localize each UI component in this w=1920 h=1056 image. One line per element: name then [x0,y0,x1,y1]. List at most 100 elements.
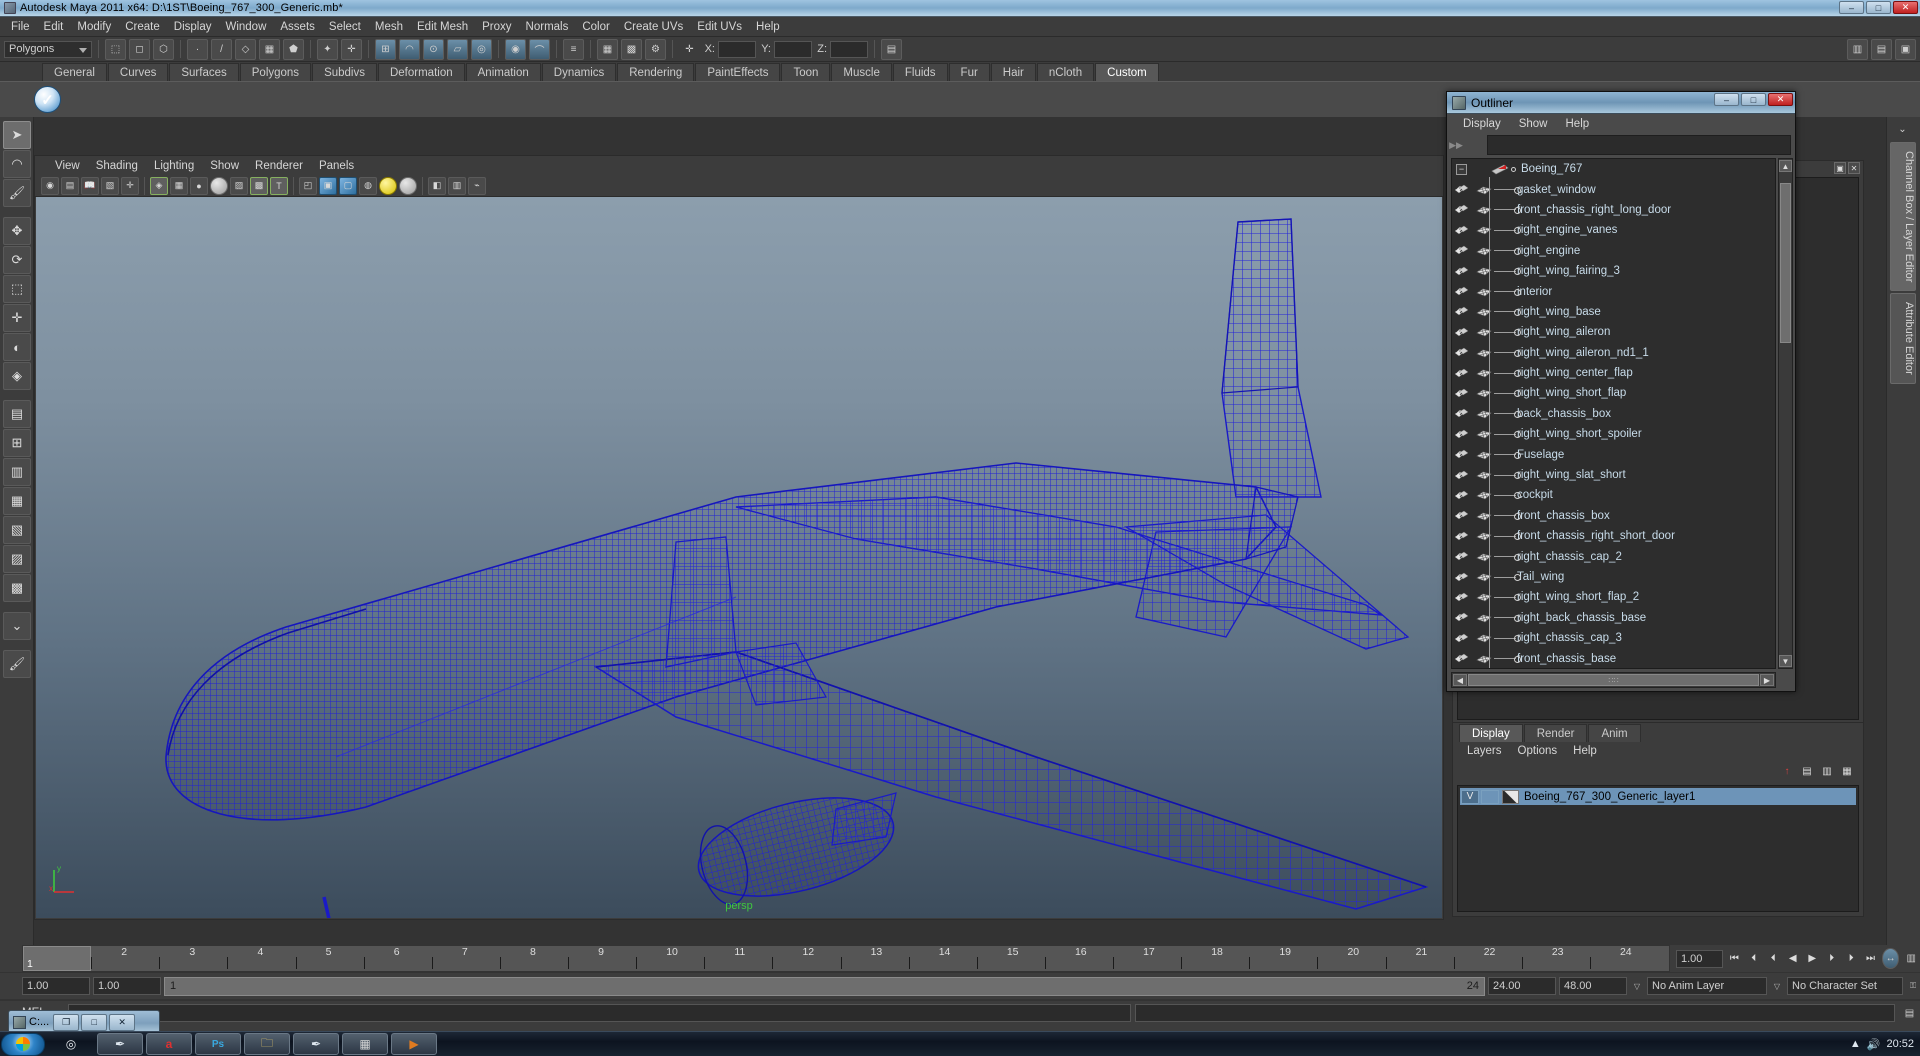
animation-end-field[interactable]: 48.00 [1559,977,1627,995]
shelf-tab-toon[interactable]: Toon [781,63,831,81]
visibility-eye-icon[interactable] [1454,509,1469,522]
menu-create-uvs[interactable]: Create UVs [617,17,690,37]
time-slider-track[interactable]: 1234567891011121314151617181920212223241 [22,945,1670,972]
visibility-eye-icon[interactable] [1454,489,1469,502]
tab-attribute-editor[interactable]: Attribute Editor [1890,293,1916,385]
snap-live-icon[interactable]: ◉ [505,38,526,60]
magnet-icon[interactable]: ⌒ [529,38,550,60]
last-tool-icon[interactable]: ◈ [3,362,31,390]
shelf-tab-subdivs[interactable]: Subdivs [312,63,377,81]
menu-edit-uvs[interactable]: Edit UVs [690,17,749,37]
lasso-tool-icon[interactable]: ◠ [3,150,31,178]
shelf-tab-ncloth[interactable]: nCloth [1036,63,1095,81]
high-quality-render-icon[interactable] [379,176,397,195]
line-mask-icon[interactable]: / [211,38,232,60]
visibility-eye-icon[interactable] [1454,469,1469,482]
outliner-item-row[interactable]: right_wing_base [1452,302,1775,322]
windows-start-orb[interactable] [1,1032,45,1056]
outliner-menu-show[interactable]: Show [1511,118,1556,130]
visibility-eye-icon[interactable] [1454,326,1469,339]
outliner-item-row[interactable]: right_wing_aileron [1452,322,1775,342]
key-icon[interactable]: ⚿ [1906,977,1920,995]
step-back-frame-icon[interactable]: ⏴ [1765,949,1781,969]
snap-to-plane-icon[interactable]: ▱ [447,38,468,60]
step-back-keyframe-icon[interactable]: ⏴ [1746,949,1762,969]
layer-tab-display[interactable]: Display [1459,724,1523,742]
visibility-eye-icon[interactable] [1454,305,1469,318]
outliner-tree[interactable]: − Boeing_767 gasket_window front_chassis_… [1451,158,1776,669]
outliner-item-row[interactable]: interior [1452,281,1775,301]
taskbar-acrobat-icon[interactable]: a [146,1033,192,1055]
layer-color-swatch[interactable] [1502,789,1519,804]
scroll-down-arrow-icon[interactable]: ▼ [1779,655,1792,667]
transform-gizmo-icon[interactable]: ✛ [679,38,700,60]
layer-new-selected-icon[interactable]: ▥ [1819,764,1835,778]
smooth-shade-selected-icon[interactable]: ● [190,176,208,195]
range-start-field[interactable]: 1.00 [93,977,161,995]
misc-mask-icon[interactable]: ✦ [317,38,338,60]
shelf-tab-fur[interactable]: Fur [948,63,990,81]
viewport-menu-panels[interactable]: Panels [311,160,362,172]
menu-edit-mesh[interactable]: Edit Mesh [410,17,475,37]
play-forwards-icon[interactable]: ▶ [1804,949,1820,969]
viewport-menu-show[interactable]: Show [202,160,247,172]
image-plane-icon[interactable]: ▧ [101,176,119,195]
layer-new-empty-icon[interactable]: ▤ [1799,764,1815,778]
visibility-eye-icon[interactable] [1454,571,1469,584]
toggle-layer-editor-icon[interactable]: ▤ [1871,38,1892,60]
shelf-tab-polygons[interactable]: Polygons [239,63,312,81]
shelf-tab-painteffects[interactable]: PaintEffects [695,63,781,81]
visibility-eye-icon[interactable] [1454,652,1469,665]
outliner-hscroll-thumb[interactable]: ∷∷ [1468,674,1759,686]
universal-manipulator-icon[interactable]: ✛ [3,304,31,332]
layout-four-view-icon[interactable]: ⊞ [3,429,31,457]
auto-keyframe-toggle-icon[interactable]: ↔ [1881,948,1900,969]
visibility-eye-icon[interactable] [1454,591,1469,604]
layer-name[interactable]: Boeing_767_300_Generic_layer1 [1524,791,1695,803]
viewport-3d-canvas[interactable]: y x persp [36,197,1442,918]
face-mask-icon[interactable]: ◇ [235,38,256,60]
taskbar-app-icon[interactable]: ▦ [342,1033,388,1055]
outliner-item-row[interactable]: right_wing_short_flap_2 [1452,587,1775,607]
menu-display[interactable]: Display [167,17,219,37]
outliner-scroll-thumb[interactable] [1780,183,1791,343]
outliner-horizontal-scrollbar[interactable]: ◀ ∷∷ ▶ [1451,672,1776,688]
move-tool-icon[interactable]: ✥ [3,217,31,245]
xray-icon[interactable]: ▣ [319,176,337,195]
taskbar-maya-icon[interactable]: ✒ [97,1033,143,1055]
visibility-eye-icon[interactable] [1454,407,1469,420]
xray-joints-icon[interactable]: ▢ [339,176,357,195]
outliner-menu-help[interactable]: Help [1558,118,1598,130]
step-forward-frame-icon[interactable]: ⏵ [1823,949,1839,969]
scroll-up-arrow-icon[interactable]: ▲ [1779,160,1792,172]
layer-row[interactable]: V Boeing_767_300_Generic_layer1 [1460,788,1856,805]
menu-help[interactable]: Help [749,17,787,37]
layer-menu-layers[interactable]: Layers [1459,745,1510,757]
taskbar-maya-window-icon[interactable]: ✒ [293,1033,339,1055]
hardware-texturing-icon[interactable]: ◍ [359,176,377,195]
dock-collapse-icon[interactable]: ⌄ [1892,119,1913,140]
shelf-tab-rendering[interactable]: Rendering [617,63,695,81]
layer-tab-render[interactable]: Render [1523,724,1588,742]
shelf-tab-curves[interactable]: Curves [107,63,169,81]
scroll-left-arrow-icon[interactable]: ◀ [1453,674,1467,686]
visibility-eye-icon[interactable] [1454,632,1469,645]
visibility-eye-icon[interactable] [1454,448,1469,461]
outliner-item-row[interactable]: cockpit [1452,485,1775,505]
outliner-item-row[interactable]: right_wing_center_flap [1452,363,1775,383]
shelf-tab-custom[interactable]: Custom [1095,63,1159,81]
shelf-tab-hair[interactable]: Hair [990,63,1036,81]
visibility-eye-icon[interactable] [1454,183,1469,196]
shelf-tab-general[interactable]: General [42,63,107,81]
outliner-item-row[interactable]: right_wing_short_flap [1452,383,1775,403]
snap-to-curve-icon[interactable]: ◠ [399,38,420,60]
outliner-maximize-button[interactable]: □ [1741,93,1766,106]
viewport-menu-renderer[interactable]: Renderer [247,160,311,172]
outliner-item-row[interactable]: front_chassis_base [1452,648,1775,668]
layout-relationship-icon[interactable]: ▩ [3,574,31,602]
bookmark-icon[interactable]: 📖 [81,176,99,195]
coord-field-z[interactable] [830,40,868,58]
layout-persp-graph-icon[interactable]: ▦ [3,487,31,515]
shelf-tab-surfaces[interactable]: Surfaces [169,63,239,81]
play-backwards-icon[interactable]: ◀ [1784,949,1800,969]
